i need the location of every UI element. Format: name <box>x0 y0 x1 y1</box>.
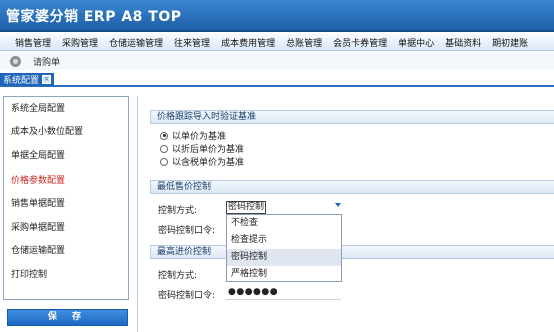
radio-label: 以折后单价为基准 <box>172 145 245 155</box>
sidebar-item-purchase-docs[interactable]: 采购单据配置 <box>11 220 65 233</box>
dropdown-option-strict[interactable]: 严格控制 <box>227 266 341 283</box>
app-window: 管家婆分销 ERP A8 TOP 销售管理 采购管理 仓储运输管理 往来管理 成… <box>0 0 554 332</box>
close-icon[interactable]: × <box>42 75 52 84</box>
menu-item-membership[interactable]: 会员卡券管理 <box>333 36 387 49</box>
sidebar-item-price-params[interactable]: 价格参数配置 <box>11 173 65 186</box>
control-method-dropdown: 不检查 检查提示 密码控制 严格控制 <box>226 214 342 282</box>
menu-item-opening[interactable]: 期初建账 <box>492 36 528 49</box>
radio-unit-price[interactable]: 以单价为基准 <box>160 129 226 142</box>
section-price-tracking-header: 价格跟踪导入时验证基准 <box>150 110 554 124</box>
radio-discounted-price[interactable]: 以折后单价为基准 <box>160 142 244 155</box>
section-min-sale-header: 最低售价控制 <box>150 180 554 194</box>
menu-item-warehouse[interactable]: 仓储运输管理 <box>109 36 163 49</box>
tab-system-config[interactable]: 系统配置 × <box>0 73 55 86</box>
section-max-purchase-header: 最高进价控制 <box>150 245 554 259</box>
divider <box>137 96 138 332</box>
select-value: 密码控制 <box>226 200 267 214</box>
radio-button[interactable] <box>160 157 168 166</box>
radio-tax-price[interactable]: 以含税单价为基准 <box>160 155 244 168</box>
sidebar-item-cost-decimals[interactable]: 成本及小数位配置 <box>11 124 83 137</box>
control-method-label: 控制方式: <box>158 206 198 216</box>
menu-bar: 销售管理 采购管理 仓储运输管理 往来管理 成本费用管理 总账管理 会员卡券管理… <box>0 34 554 51</box>
menu-item-ledger[interactable]: 总账管理 <box>286 36 322 49</box>
radio-label: 以单价为基准 <box>172 132 227 142</box>
password-label: 密码控制口令: <box>158 226 216 236</box>
menu-item-basic-data[interactable]: 基础资料 <box>445 36 481 49</box>
password-label: 密码控制口令: <box>158 291 216 301</box>
sidebar-item-warehouse[interactable]: 仓储运输配置 <box>11 243 65 256</box>
tab-label: 系统配置 <box>3 76 40 86</box>
sidebar-item-print[interactable]: 打印控制 <box>11 267 47 280</box>
control-method-label: 控制方式: <box>158 271 198 281</box>
save-button[interactable]: 保 存 <box>7 309 128 326</box>
control-method-select[interactable]: 密码控制 <box>226 200 341 214</box>
config-sidebar: 系统全局配置 成本及小数位配置 单据全局配置 价格参数配置 销售单据配置 采购单… <box>3 96 129 300</box>
radio-button[interactable] <box>160 131 168 140</box>
gear-icon[interactable] <box>10 55 21 67</box>
purchase-request-link[interactable]: 请购单 <box>33 55 60 68</box>
toolbar: 请购单 <box>0 52 554 70</box>
app-title: 管家婆分销 ERP A8 TOP <box>6 9 182 25</box>
menu-item-documents[interactable]: 单据中心 <box>398 36 434 49</box>
menu-item-costs[interactable]: 成本费用管理 <box>221 36 275 49</box>
password-underline <box>226 299 341 300</box>
sidebar-item-sales-docs[interactable]: 销售单据配置 <box>11 196 65 209</box>
radio-button[interactable] <box>160 144 168 153</box>
dropdown-option-password[interactable]: 密码控制 <box>227 249 341 266</box>
menu-item-accounts[interactable]: 往来管理 <box>174 36 210 49</box>
dropdown-option-check-prompt[interactable]: 检查提示 <box>227 232 341 249</box>
tab-strip: 系统配置 × <box>0 72 554 87</box>
menu-item-purchase[interactable]: 采购管理 <box>62 36 98 49</box>
dropdown-option-no-check[interactable]: 不检查 <box>227 215 341 232</box>
sidebar-item-global[interactable]: 系统全局配置 <box>11 101 65 114</box>
menu-item-sales[interactable]: 销售管理 <box>15 36 51 49</box>
radio-label: 以含税单价为基准 <box>172 158 245 168</box>
title-bar: 管家婆分销 ERP A8 TOP <box>0 0 554 32</box>
password-field[interactable]: ●●●●●● <box>228 287 278 297</box>
sidebar-item-document-global[interactable]: 单据全局配置 <box>11 148 65 161</box>
chevron-down-icon[interactable] <box>335 203 341 207</box>
